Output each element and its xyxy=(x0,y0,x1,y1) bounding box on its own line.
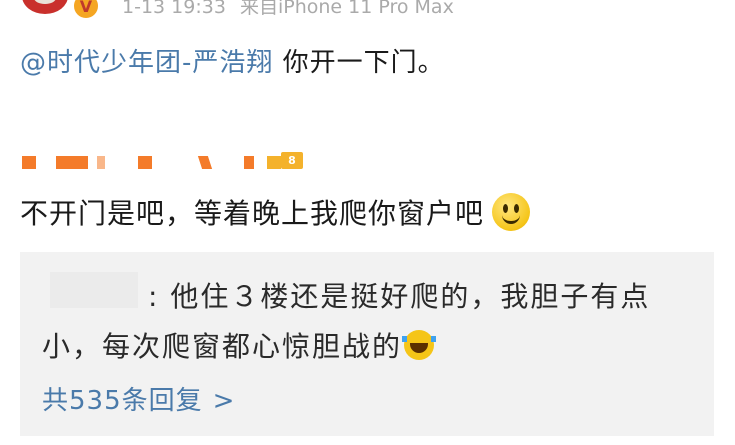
commenter-name-redacted[interactable]: 8 xyxy=(22,152,322,172)
comment-body: 不开门是吧，等着晚上我爬你窗户吧 xyxy=(20,192,531,232)
verified-badge-icon: V xyxy=(72,0,100,20)
view-replies-label: 共535条回复 xyxy=(42,386,203,416)
redaction-block xyxy=(22,156,36,169)
reply-box[interactable]: : 他住３楼还是挺好爬的，我胆子有点小，每次爬窗都心惊胆战的 共535条回复 > xyxy=(20,252,714,436)
post-body: @时代少年团-严浩翔 你开一下门。 xyxy=(20,42,445,79)
chevron-right-icon: > xyxy=(212,386,236,416)
redaction-block xyxy=(244,156,254,169)
laugh-cry-emoji-icon xyxy=(402,330,437,360)
fan-level-badge-icon: 8 xyxy=(267,152,303,169)
post-time: 1-13 19:33 xyxy=(122,0,226,18)
reply-content: : 他住３楼还是挺好爬的，我胆子有点小，每次爬窗都心惊胆战的 xyxy=(42,280,651,363)
mention-link[interactable]: @时代少年团-严浩翔 xyxy=(20,48,273,78)
post-meta: 1-13 19:33 来自iPhone 11 Pro Max xyxy=(122,0,462,19)
reply-text: : 他住３楼还是挺好爬的，我胆子有点小，每次爬窗都心惊胆战的 xyxy=(42,272,702,372)
post-text: 你开一下门。 xyxy=(273,48,445,78)
redaction-block xyxy=(138,156,152,169)
redaction-block xyxy=(97,156,105,169)
redaction-block xyxy=(56,156,88,169)
post-source: 来自iPhone 11 Pro Max xyxy=(239,0,454,18)
view-replies-link[interactable]: 共535条回复 > xyxy=(42,380,235,417)
avatar[interactable] xyxy=(22,0,68,14)
smile-emoji-icon xyxy=(492,193,531,231)
comment-text: 不开门是吧，等着晚上我爬你窗户吧 xyxy=(20,197,485,230)
redaction-block xyxy=(197,156,213,169)
